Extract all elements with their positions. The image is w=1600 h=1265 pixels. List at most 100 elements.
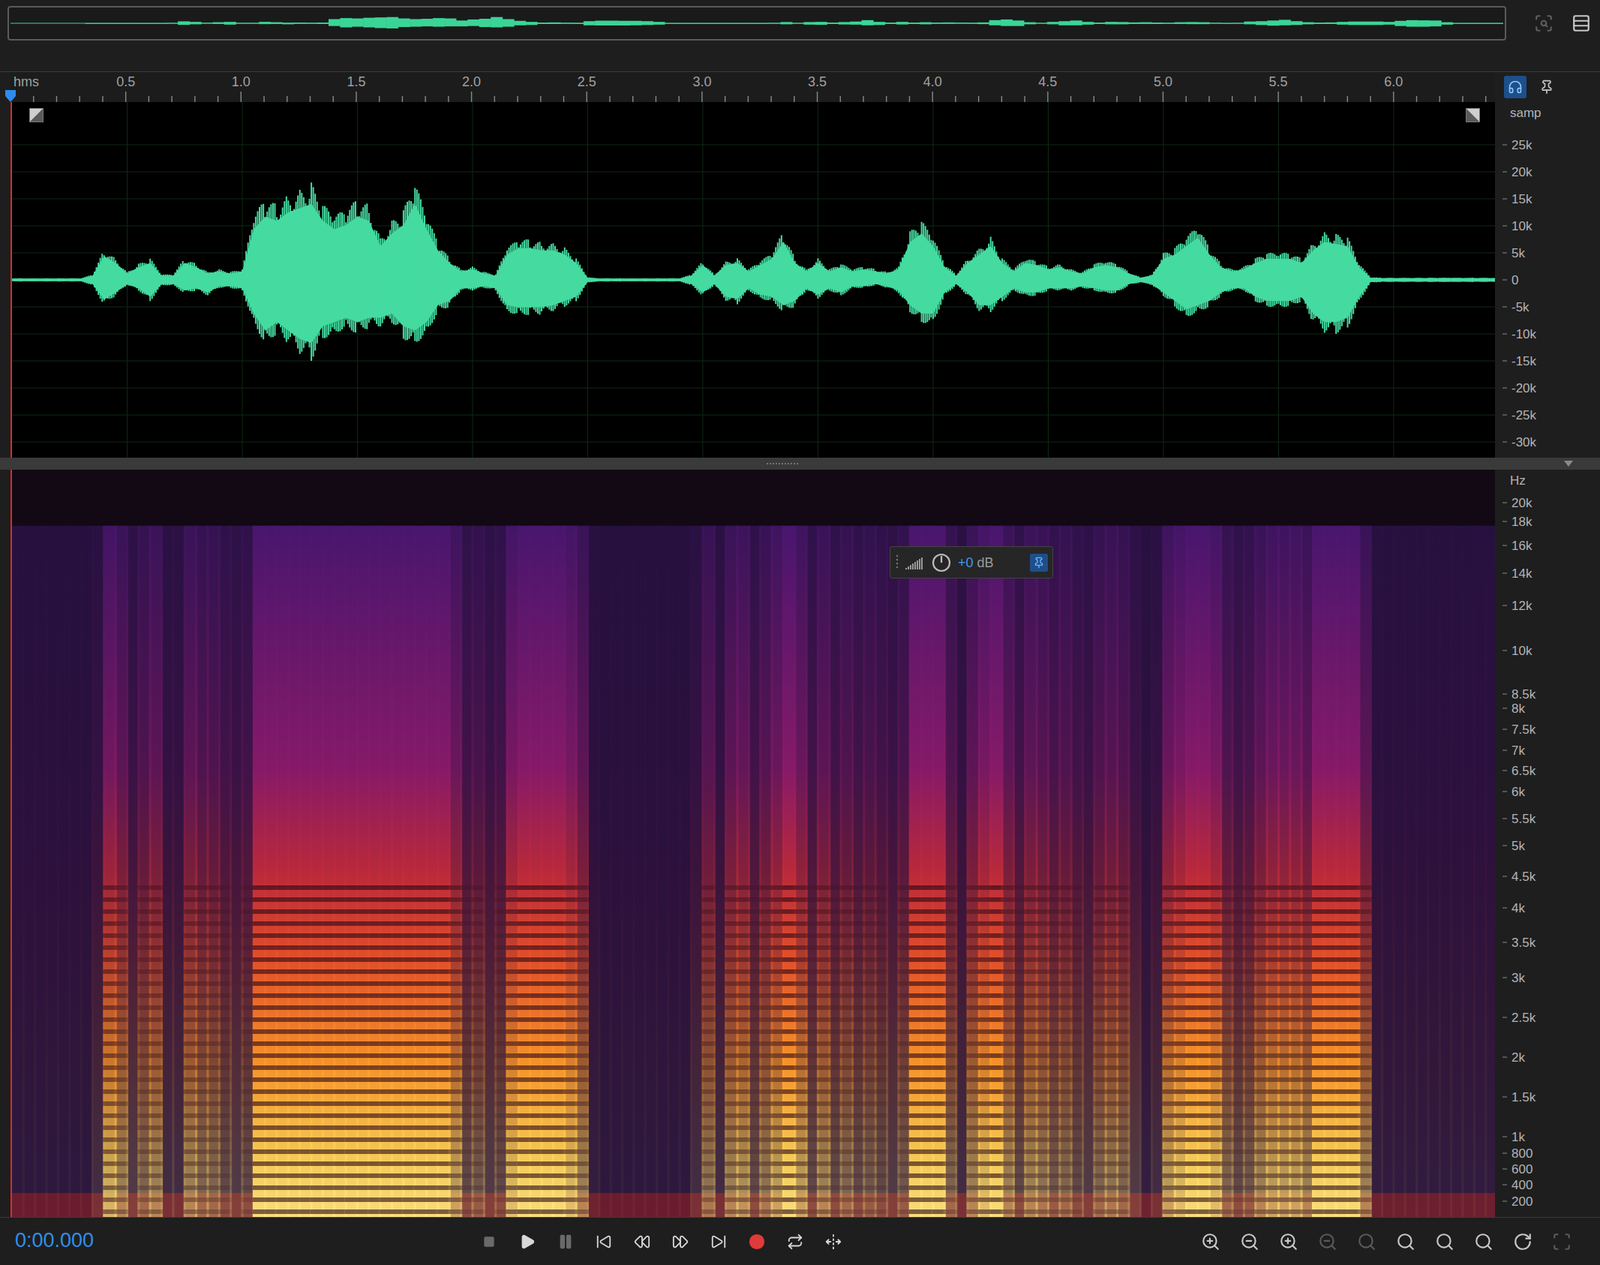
pin-button[interactable] [1535,75,1558,99]
fade-in-handle-icon[interactable] [29,108,44,123]
ruler-tick [1139,96,1141,103]
waveform-sample [495,254,508,305]
zoom-out-amplitude-button[interactable] [1238,1230,1261,1253]
hud-pin-button[interactable] [1029,553,1048,572]
zoom-playhead-icon [1512,1231,1533,1252]
waveform-sample [806,262,818,296]
zoom-selection-button[interactable] [1355,1230,1378,1253]
waveform-sample [207,270,220,296]
pause-button[interactable] [556,1230,575,1253]
waveform-sample [1163,252,1175,301]
waveform-sample [104,255,116,301]
waveform-sample [599,278,611,282]
overview-strip[interactable] [7,6,1507,41]
zoom-in-right-button[interactable] [1433,1230,1456,1253]
zoom-in-both-button[interactable] [1472,1230,1495,1253]
zoom-reset-button[interactable] [1550,1230,1573,1253]
waveform-sample [392,220,404,327]
skip-back-button[interactable] [594,1230,613,1253]
skip-selection-button[interactable] [824,1230,843,1253]
overview-sample [282,22,295,25]
overview-sample [270,21,283,24]
overview-sample [421,18,434,27]
zoom-out-full-button[interactable] [1316,1230,1339,1253]
zoom-in-time-button[interactable] [1277,1230,1300,1253]
overview-sample [1128,21,1141,24]
fast-forward-button[interactable] [671,1230,690,1253]
frequency-label: 20k [1502,495,1532,509]
ruler-label: 3.0 [692,75,712,89]
rewind-button[interactable] [633,1230,652,1253]
time-ruler[interactable]: hms0.51.01.52.02.53.03.54.04.55.05.56.0 [10,72,1495,103]
stop-button[interactable] [480,1230,499,1253]
panel-divider[interactable] [0,457,1600,470]
waveform-sample [92,253,104,302]
fade-out-handle-icon[interactable] [1465,108,1480,123]
ruler-tick [194,96,196,103]
overview-sample [1452,22,1465,24]
frequency-label: 600 [1502,1162,1533,1176]
hud-reading[interactable]: +0 dB [957,555,994,570]
overview-sample [745,22,758,24]
waveform-sample [1128,273,1141,285]
overview-sample [444,18,457,27]
waveform-sample [173,261,185,292]
amplitude-unit: samp [1509,106,1542,120]
ruler-tick [1461,96,1463,103]
skip-forward-button[interactable] [709,1230,728,1253]
overview-sample [803,21,816,25]
spectrogram-chart[interactable] [12,469,1495,1217]
stop-icon [483,1235,496,1248]
ruler-tick [378,96,380,103]
hud-panel[interactable]: +0 dB [889,546,1054,579]
ruler-tick [609,96,610,103]
overview-sample [131,22,144,24]
waveform-chart[interactable] [12,102,1495,458]
waveform-sample [138,262,151,297]
waveform-sample [633,278,646,282]
collapse-arrow-icon[interactable] [1563,460,1573,467]
zoom-in-left-icon [1395,1231,1416,1252]
overview-sample [1081,21,1094,25]
record-button[interactable] [747,1230,766,1253]
ruler-tick [931,91,933,103]
overview-sample [339,18,352,28]
overview-sample [1012,20,1025,26]
fast-forward-icon [672,1233,689,1250]
headphones-button[interactable] [1503,75,1527,99]
waveform-panel[interactable] [10,102,1495,458]
ruler-tick [724,96,726,103]
frequency-label: 5k [1502,838,1525,852]
play-button[interactable] [518,1230,537,1253]
waveform-sample [622,278,634,282]
playhead-marker-icon[interactable] [4,90,17,103]
zoom-in-amplitude-button[interactable] [1199,1230,1222,1253]
zoom-playhead-button[interactable] [1511,1230,1534,1253]
panel-menu-button[interactable] [1571,13,1591,34]
overview-sample [490,16,503,28]
waveform-sample [1071,269,1083,291]
waveform-sample [967,250,979,309]
ruler-label: 6.0 [1383,75,1403,89]
spectrogram-panel[interactable]: +0 dB [10,469,1495,1217]
frequency-label: 6.5k [1502,764,1536,778]
grip-icon[interactable] [894,554,900,571]
volume-knob-icon[interactable] [930,552,952,574]
ruler-tick [1001,96,1003,103]
loop-button[interactable] [786,1230,805,1253]
waveform-sample [461,267,473,290]
zoom-in-left-button[interactable] [1394,1230,1417,1253]
overview-sample [1417,20,1430,27]
ruler-tick [862,96,864,103]
pause-icon [557,1233,574,1250]
frequency-label: 4k [1502,900,1525,914]
ruler-tick [125,91,127,103]
ruler-tick [56,96,58,103]
overview-sample [375,17,388,28]
waveform-sample [438,250,450,309]
zoom-navigator-button[interactable] [1533,13,1554,34]
ruler-tick [355,91,357,103]
waveform-sample [1047,264,1060,292]
amplitude-label: -25k [1502,408,1537,422]
overview-sample [317,22,330,25]
